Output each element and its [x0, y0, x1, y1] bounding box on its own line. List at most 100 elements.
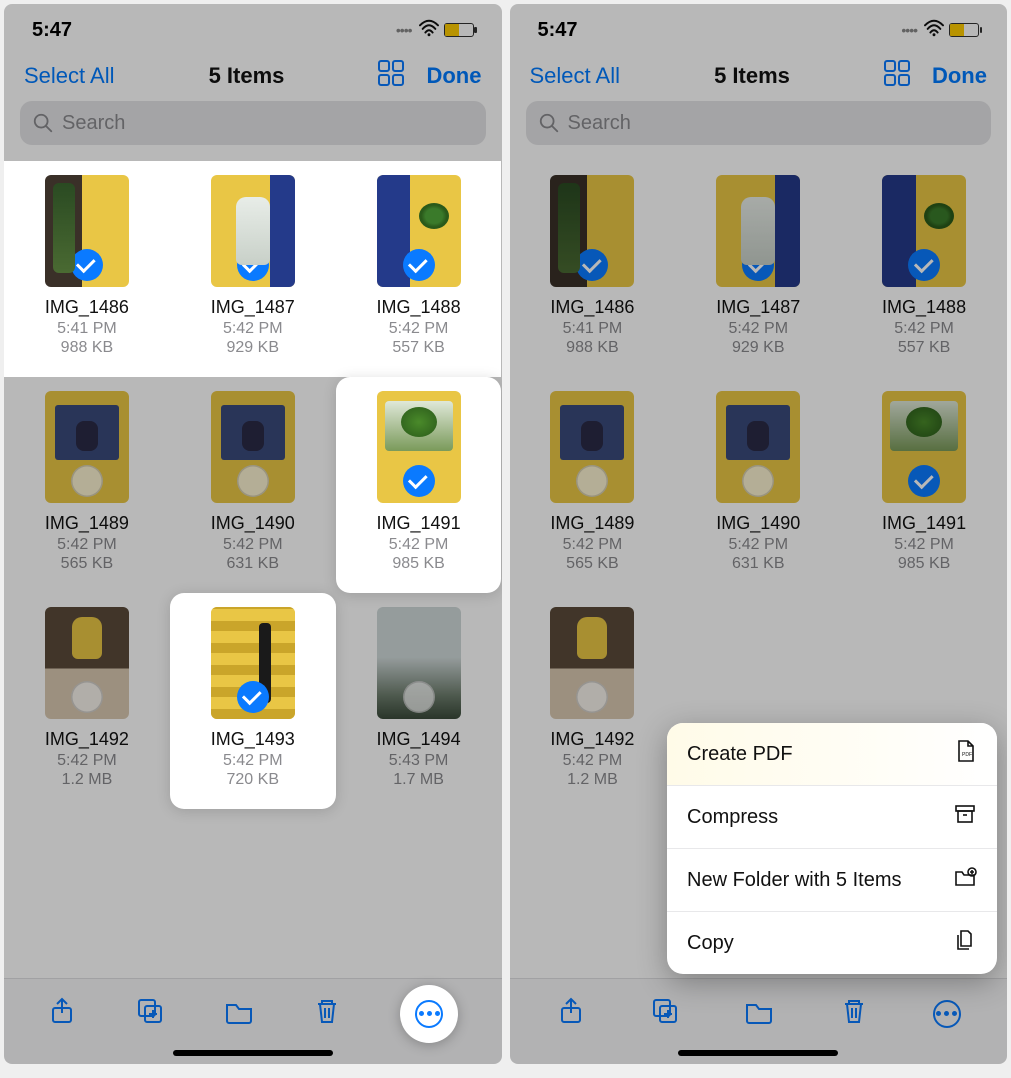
more-button[interactable]	[933, 1000, 961, 1028]
more-button[interactable]	[400, 985, 458, 1043]
checkmark-badge[interactable]	[908, 465, 940, 497]
file-item[interactable]: IMG_14945:43 PM1.7 MB	[336, 593, 502, 809]
duplicate-button[interactable]	[135, 996, 165, 1031]
search-bar[interactable]: Search	[526, 101, 992, 145]
file-time: 5:42 PM	[57, 752, 117, 770]
checkmark-badge[interactable]	[237, 249, 269, 281]
file-size: 1.7 MB	[393, 771, 444, 789]
search-placeholder: Search	[62, 112, 125, 135]
file-name: IMG_1487	[211, 297, 295, 318]
file-size: 565 KB	[566, 555, 618, 573]
select-all-button[interactable]: Select All	[530, 63, 621, 89]
file-size: 929 KB	[227, 339, 279, 357]
thumbnail	[45, 175, 129, 287]
file-time: 5:42 PM	[57, 536, 117, 554]
share-button[interactable]	[47, 996, 77, 1031]
checkmark-badge[interactable]	[71, 249, 103, 281]
thumbnail	[211, 607, 295, 719]
checkmark-badge[interactable]	[908, 249, 940, 281]
file-time: 5:42 PM	[894, 536, 954, 554]
file-item[interactable]: IMG_1489 5:42 PM565 KB	[4, 377, 170, 593]
done-button[interactable]: Done	[932, 63, 987, 89]
checkmark-badge[interactable]	[403, 465, 435, 497]
file-size: 929 KB	[732, 339, 784, 357]
menu-copy[interactable]: Copy	[667, 912, 997, 974]
phone-right: 5:47 •••• Select All 5 Items Done Search…	[510, 4, 1008, 1064]
file-item[interactable]: IMG_14905:42 PM631 KB	[675, 377, 841, 593]
selection-badge[interactable]	[403, 681, 435, 713]
file-size: 557 KB	[898, 339, 950, 357]
menu-create-pdf[interactable]: Create PDF PDF	[667, 723, 997, 786]
share-button[interactable]	[556, 996, 586, 1031]
selection-badge[interactable]	[576, 465, 608, 497]
thumbnail	[716, 391, 800, 503]
file-time: 5:42 PM	[223, 752, 283, 770]
file-time: 5:42 PM	[563, 536, 623, 554]
file-item[interactable]: IMG_14905:42 PM631 KB	[170, 377, 336, 593]
file-size: 988 KB	[61, 339, 113, 357]
file-item[interactable]: IMG_14865:41 PM988 KB	[4, 161, 170, 377]
file-item[interactable]: IMG_14895:42 PM565 KB	[510, 377, 676, 593]
file-item[interactable]: IMG_14885:42 PM557 KB	[841, 161, 1007, 377]
status-time: 5:47	[32, 19, 72, 42]
duplicate-button[interactable]	[650, 996, 680, 1031]
file-item[interactable]: IMG_14925:42 PM1.2 MB	[510, 593, 676, 809]
status-time: 5:47	[538, 19, 578, 42]
file-item[interactable]: IMG_14875:42 PM929 KB	[675, 161, 841, 377]
file-size: 565 KB	[61, 555, 113, 573]
home-indicator[interactable]	[173, 1050, 333, 1056]
view-grid-icon[interactable]	[884, 60, 910, 91]
search-icon	[32, 112, 54, 134]
file-name: IMG_1492	[45, 729, 129, 750]
checkmark-badge[interactable]	[237, 681, 269, 713]
checkmark-badge[interactable]	[742, 249, 774, 281]
file-name: IMG_1489	[45, 513, 129, 534]
file-size: 1.2 MB	[62, 771, 113, 789]
selection-badge[interactable]	[71, 465, 103, 497]
delete-button[interactable]	[839, 996, 869, 1031]
selection-badge[interactable]	[71, 681, 103, 713]
file-item[interactable]: IMG_1492 5:42 PM1.2 MB	[4, 593, 170, 809]
selection-badge[interactable]	[237, 465, 269, 497]
status-icons: ••••	[396, 19, 474, 42]
file-item[interactable]: IMG_14915:42 PM985 KB	[841, 377, 1007, 593]
phone-left: 5:47 •••• Select All 5 Items Done Search…	[4, 4, 502, 1064]
status-icons: ••••	[901, 19, 979, 42]
move-button[interactable]	[744, 996, 774, 1031]
file-item[interactable]: IMG_14865:41 PM988 KB	[510, 161, 676, 377]
file-item[interactable]: IMG_14915:42 PM985 KB	[336, 377, 502, 593]
battery-icon	[949, 23, 979, 37]
folder-plus-icon	[953, 865, 977, 895]
checkmark-badge[interactable]	[576, 249, 608, 281]
selection-badge[interactable]	[576, 681, 608, 713]
file-time: 5:41 PM	[57, 320, 117, 338]
selection-badge[interactable]	[742, 465, 774, 497]
thumbnail	[377, 607, 461, 719]
file-item[interactable]: IMG_14935:42 PM720 KB	[170, 593, 336, 809]
done-button[interactable]: Done	[426, 63, 481, 89]
search-bar[interactable]: Search	[20, 101, 486, 145]
file-time: 5:42 PM	[728, 320, 788, 338]
menu-label: New Folder with 5 Items	[687, 869, 902, 892]
move-button[interactable]	[224, 996, 254, 1031]
thumbnail	[45, 607, 129, 719]
file-item[interactable]: IMG_14875:42 PM929 KB	[170, 161, 336, 377]
thumbnail	[882, 391, 966, 503]
view-grid-icon[interactable]	[378, 60, 404, 91]
menu-compress[interactable]: Compress	[667, 786, 997, 849]
thumbnail	[550, 607, 634, 719]
delete-button[interactable]	[312, 996, 342, 1031]
select-all-button[interactable]: Select All	[24, 63, 115, 89]
file-time: 5:42 PM	[563, 752, 623, 770]
file-time: 5:42 PM	[389, 320, 449, 338]
home-indicator[interactable]	[678, 1050, 838, 1056]
thumbnail	[550, 391, 634, 503]
menu-new-folder[interactable]: New Folder with 5 Items	[667, 849, 997, 912]
checkmark-badge[interactable]	[403, 249, 435, 281]
thumbnail	[211, 175, 295, 287]
file-size: 985 KB	[392, 555, 444, 573]
page-title: 5 Items	[714, 63, 790, 89]
file-item[interactable]: IMG_14885:42 PM557 KB	[336, 161, 502, 377]
file-time: 5:42 PM	[728, 536, 788, 554]
file-name: IMG_1490	[211, 513, 295, 534]
